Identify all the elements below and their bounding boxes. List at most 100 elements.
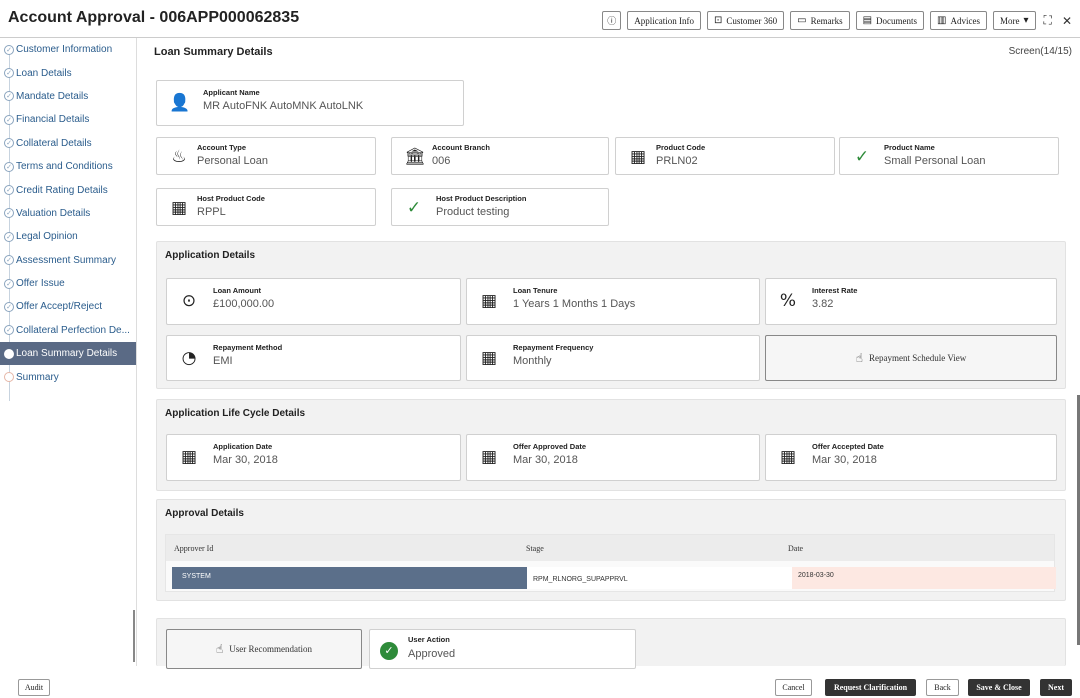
remarks-button[interactable]: ▭ Remarks [790, 11, 850, 30]
account-branch-card: 🏛 Account Branch 006 [391, 137, 609, 175]
check-icon: ✓ [406, 198, 422, 218]
pie-chart-icon: ◔ [181, 348, 197, 368]
interest-rate-card: % Interest Rate 3.82 [765, 278, 1057, 325]
product-code-card: ▦ Product Code PRLN02 [615, 137, 835, 175]
sidebar-item-mandate-details[interactable]: ✓ Mandate Details [0, 85, 136, 108]
sidebar-item-assessment-summary[interactable]: ✓ Assessment Summary [0, 249, 136, 272]
request-clarification-button[interactable]: Request Clarification [825, 679, 916, 696]
calendar-icon: ▦ [480, 447, 498, 467]
person-icon: 👤 [169, 93, 191, 113]
sidebar-item-legal-opinion[interactable]: ✓ Legal Opinion [0, 225, 136, 248]
step-check-icon: ✓ [4, 208, 14, 219]
user-recommendation-button[interactable]: ☝ User Recommendation [166, 629, 362, 669]
step-check-icon: ✓ [4, 325, 14, 336]
advices-button[interactable]: ▥ Advices [930, 11, 987, 30]
caret-down-icon: ▾ [1023, 15, 1029, 26]
repayment-schedule-view-button[interactable]: ☝ Repayment Schedule View [765, 335, 1057, 381]
step-check-icon: ✓ [4, 278, 14, 289]
approval-details-section: Approval Details Approver Id Stage Date … [156, 499, 1066, 601]
user-action-card: ✓ User Action Approved [369, 629, 636, 669]
sidebar-item-offer-accept-reject[interactable]: ✓ Offer Accept/Reject [0, 295, 136, 318]
sidebar-item-customer-information[interactable]: ✓ Customer Information [0, 38, 136, 61]
calendar-icon: ▦ [180, 447, 198, 467]
account-type-card: ♨ Account Type Personal Loan [156, 137, 376, 175]
sidebar-item-credit-rating-details[interactable]: ✓ Credit Rating Details [0, 178, 136, 201]
column-header-stage: Stage [526, 544, 544, 553]
repayment-frequency-card: ▦ Repayment Frequency Monthly [466, 335, 760, 381]
loan-bag-icon: ♨ [171, 147, 187, 167]
hand-pointer-icon: ☝ [215, 642, 224, 656]
step-check-icon: ✓ [4, 185, 14, 196]
step-navigation: ✓ Customer Information ✓ Loan Details ✓ Man… [0, 38, 137, 666]
info-icon: ⓘ [607, 17, 617, 27]
screen-indicator: Screen(14/15) [1008, 46, 1072, 57]
sidebar-item-offer-issue[interactable]: ✓ Offer Issue [0, 272, 136, 295]
app-header: Account Approval - 006APP000062835 ⓘ App… [0, 0, 1080, 38]
sidebar-item-collateral-details[interactable]: ✓ Collateral Details [0, 132, 136, 155]
offer-approved-date-card: ▦ Offer Approved Date Mar 30, 2018 [466, 434, 760, 481]
cancel-button[interactable]: Cancel [775, 679, 812, 696]
column-header-date: Date [788, 544, 804, 553]
calendar-clock-icon: ▦ [480, 291, 498, 311]
host-product-code-icon: ▦ [170, 198, 188, 218]
next-button[interactable]: Next [1040, 679, 1072, 696]
user-card-icon: ⊡ [714, 15, 723, 26]
comment-icon: ▭ [797, 15, 807, 26]
sidebar-item-loan-summary-details[interactable]: Loan Summary Details [0, 342, 136, 366]
offer-accepted-date-card: ▦ Offer Accepted Date Mar 30, 2018 [765, 434, 1057, 481]
sidebar-scrollbar[interactable] [133, 610, 135, 662]
expand-icon[interactable]: ⛶ [1042, 13, 1054, 28]
cell-stage: RPM_RLNORG_SUPAPPRVL [527, 567, 792, 589]
save-close-button[interactable]: Save & Close [968, 679, 1030, 696]
product-code-icon: ▦ [629, 147, 647, 167]
sidebar-item-collateral-perfection[interactable]: ✓ Collateral Perfection De... [0, 319, 136, 342]
section-header: Application Life Cycle Details [165, 408, 306, 419]
calendar-icon: ▦ [779, 447, 797, 467]
section-title: Loan Summary Details [154, 46, 273, 58]
table-header: Approver Id Stage Date [166, 535, 1054, 561]
approval-table: Approver Id Stage Date SYSTEM RPM_RLNORG… [165, 534, 1056, 592]
sidebar-item-valuation-details[interactable]: ✓ Valuation Details [0, 202, 136, 225]
step-check-icon: ✓ [4, 68, 14, 79]
audit-button[interactable]: Audit [18, 679, 50, 696]
step-check-icon: ✓ [4, 44, 14, 55]
step-check-icon: ✓ [4, 231, 14, 242]
back-button[interactable]: Back [926, 679, 959, 696]
step-check-icon: ✓ [4, 255, 14, 266]
sidebar-item-loan-details[interactable]: ✓ Loan Details [0, 61, 136, 84]
step-check-icon: ✓ [4, 161, 14, 172]
section-header: Approval Details [165, 508, 244, 519]
check-icon: ✓ [854, 147, 870, 167]
host-product-description-card: ✓ Host Product Description Product testi… [391, 188, 609, 226]
document-icon: ▤ [862, 15, 873, 26]
calendar-icon: ▦ [480, 348, 498, 368]
column-header-approver-id: Approver Id [174, 544, 214, 553]
step-pending-icon [4, 372, 14, 383]
sidebar-item-financial-details[interactable]: ✓ Financial Details [0, 108, 136, 131]
product-name-card: ✓ Product Name Small Personal Loan [839, 137, 1059, 175]
documents-button[interactable]: ▤ Documents [855, 11, 925, 30]
table-row[interactable]: SYSTEM RPM_RLNORG_SUPAPPRVL 2018-03-30 [172, 567, 1056, 589]
loan-tenure-card: ▦ Loan Tenure 1 Years 1 Months 1 Days [466, 278, 760, 325]
cell-date: 2018-03-30 [792, 567, 1056, 589]
customer-360-button[interactable]: ⊡ Customer 360 [707, 11, 785, 30]
info-button[interactable]: ⓘ [602, 11, 622, 30]
sidebar-item-terms-and-conditions[interactable]: ✓ Terms and Conditions [0, 155, 136, 178]
step-current-icon [4, 348, 14, 359]
step-check-icon: ✓ [4, 301, 14, 312]
applicant-name-card: 👤 Applicant Name MR AutoFNK AutoMNK Auto… [156, 80, 464, 126]
section-header: Application Details [165, 250, 256, 261]
sidebar-item-summary[interactable]: Summary [0, 365, 136, 388]
step-check-icon: ✓ [4, 114, 14, 125]
application-info-button[interactable]: Application Info [627, 11, 701, 30]
close-icon[interactable]: ✕ [1060, 14, 1074, 28]
application-lifecycle-section: Application Life Cycle Details ▦ Applica… [156, 399, 1066, 491]
main-content: Loan Summary Details Screen(14/15) 👤 App… [146, 38, 1072, 669]
step-check-icon: ✓ [4, 91, 14, 102]
more-button[interactable]: More ▾ [993, 11, 1036, 30]
check-circle-icon: ✓ [380, 642, 398, 660]
footer-toolbar: Audit Cancel Request Clarification Back … [0, 679, 1080, 698]
cell-approver-id: SYSTEM [172, 567, 527, 589]
advice-icon: ▥ [937, 15, 947, 26]
recommendation-section: ☝ User Recommendation ✓ User Action Appr… [156, 618, 1066, 669]
